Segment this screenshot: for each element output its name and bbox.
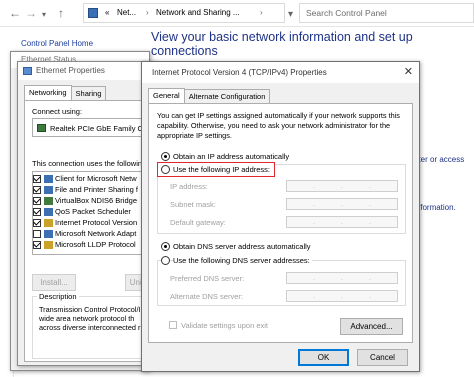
network-adapter-icon	[23, 67, 32, 75]
preferred-dns-field[interactable]: ...	[286, 272, 398, 284]
breadcrumb-separator-icon: ›	[146, 8, 149, 17]
connect-using-label: Connect using:	[32, 107, 83, 116]
network-folder-icon	[88, 8, 98, 18]
obtain-dns-auto-label[interactable]: Obtain DNS server address automatically	[173, 242, 311, 251]
network-component-icon	[44, 241, 53, 250]
window-title-text: Ethernet Properties	[36, 66, 105, 75]
tab-general[interactable]: General	[148, 88, 185, 103]
list-item[interactable]: File and Printer Sharing fo	[33, 184, 138, 195]
right-pane-text: uter or access	[414, 155, 465, 164]
list-item[interactable]: QoS Packet Scheduler	[33, 206, 138, 217]
item-label: Internet Protocol Version	[55, 218, 138, 227]
ok-button[interactable]: OK	[298, 349, 349, 366]
breadcrumb-separator-icon: ›	[260, 8, 263, 17]
page-heading: View your basic network information and …	[151, 30, 413, 58]
tab-alternate-configuration[interactable]: Alternate Configuration	[183, 89, 271, 103]
address-bar[interactable]: « Net... › Network and Sharing ... ›	[83, 3, 285, 23]
list-item[interactable]: Client for Microsoft Netw	[33, 173, 138, 184]
list-item[interactable]: Microsoft LLDP Protocol	[33, 239, 138, 250]
address-bar-row: ← → ▾ ↑ « Net... › Network and Sharing .…	[0, 0, 474, 27]
item-checkbox[interactable]	[33, 186, 41, 195]
use-following-ip-label[interactable]: Use the following IP address:	[173, 165, 270, 174]
obtain-ip-auto-radio[interactable]	[161, 152, 170, 161]
obtain-dns-auto-radio[interactable]	[161, 242, 170, 251]
network-component-icon	[44, 230, 53, 239]
breadcrumb-prefix[interactable]: «	[105, 4, 109, 22]
use-following-dns-label[interactable]: Use the following DNS server addresses:	[173, 256, 312, 265]
item-label: File and Printer Sharing fo	[55, 185, 138, 194]
item-checkbox[interactable]	[33, 241, 41, 250]
search-input[interactable]: Search Control Panel	[299, 3, 474, 23]
item-checkbox[interactable]	[33, 219, 41, 228]
list-item[interactable]: VirtualBox NDIS6 Bridge	[33, 195, 138, 206]
description-label: Description	[37, 292, 79, 301]
item-checkbox[interactable]	[33, 208, 41, 217]
ethernet-properties-title: Ethernet Properties	[18, 62, 156, 80]
default-gateway-label: Default gateway:	[170, 218, 226, 227]
breadcrumb-network[interactable]: Net...	[117, 4, 136, 22]
network-component-icon	[44, 219, 53, 228]
description-group: Description Transmission Control Protoco…	[32, 292, 151, 359]
control-panel-home-link[interactable]: Control Panel Home	[21, 39, 93, 48]
item-label: VirtualBox NDIS6 Bridge	[55, 196, 137, 205]
obtain-ip-auto-label[interactable]: Obtain an IP address automatically	[173, 152, 289, 161]
default-gateway-field[interactable]: ...	[286, 216, 398, 228]
up-arrow-icon[interactable]: ↑	[58, 6, 64, 20]
right-pane-text: information.	[414, 203, 456, 212]
subnet-mask-label: Subnet mask:	[170, 200, 216, 209]
ipv4-properties-window: Internet Protocol Version 4 (TCP/IPv4) P…	[141, 61, 420, 372]
item-label: QoS Packet Scheduler	[55, 207, 131, 216]
list-item[interactable]: Internet Protocol Version	[33, 217, 138, 228]
address-dropdown-icon[interactable]: ▾	[288, 8, 293, 22]
item-checkbox[interactable]	[33, 197, 41, 206]
breadcrumb-network-sharing[interactable]: Network and Sharing ...	[156, 4, 240, 22]
ip-address-field[interactable]: ...	[286, 180, 398, 192]
close-icon[interactable]: ✕	[404, 62, 413, 83]
cancel-button[interactable]: Cancel	[357, 349, 408, 366]
items-label: This connection uses the following	[32, 159, 147, 168]
ipv4-title-bar: Internet Protocol Version 4 (TCP/IPv4) P…	[142, 62, 419, 83]
list-item[interactable]: Microsoft Network Adapt	[33, 228, 138, 239]
install-button[interactable]: Install...	[32, 274, 76, 291]
item-checkbox[interactable]	[33, 175, 41, 184]
item-label: Microsoft Network Adapt	[55, 229, 137, 238]
network-component-icon	[44, 208, 53, 217]
description-text: Transmission Control Protocol/I wide are…	[39, 305, 141, 332]
ipv4-title-text: Internet Protocol Version 4 (TCP/IPv4) P…	[152, 68, 327, 77]
subnet-mask-field[interactable]: ...	[286, 198, 398, 210]
advanced-button[interactable]: Advanced...	[340, 318, 403, 335]
adapter-box: Realtek PCIe GbE Family C	[32, 118, 151, 137]
use-following-dns-radio[interactable]	[161, 256, 170, 265]
network-card-icon	[37, 124, 46, 132]
network-component-icon	[44, 186, 53, 195]
item-label: Client for Microsoft Netw	[55, 174, 137, 183]
preferred-dns-label: Preferred DNS server:	[170, 274, 245, 283]
tab-networking[interactable]: Networking	[24, 85, 72, 100]
use-following-ip-radio[interactable]	[161, 165, 170, 174]
tab-sharing[interactable]: Sharing	[70, 86, 107, 100]
validate-checkbox[interactable]	[169, 321, 177, 329]
general-panel: You can get IP settings assigned automat…	[148, 103, 413, 343]
validate-label[interactable]: Validate settings upon exit	[181, 321, 268, 330]
item-checkbox[interactable]	[33, 230, 41, 239]
network-component-icon	[44, 197, 53, 206]
recent-dropdown-icon[interactable]: ▾	[42, 8, 46, 22]
back-arrow-icon[interactable]: ←	[9, 6, 21, 20]
item-label: Microsoft LLDP Protocol	[55, 240, 136, 249]
alternate-dns-label: Alternate DNS server:	[170, 292, 243, 301]
adapter-name: Realtek PCIe GbE Family C	[50, 124, 143, 133]
ip-address-label: IP address:	[170, 182, 208, 191]
search-placeholder: Search Control Panel	[306, 8, 387, 18]
alternate-dns-field[interactable]: ...	[286, 290, 398, 302]
intro-text: You can get IP settings assigned automat…	[157, 111, 400, 140]
forward-arrow-icon[interactable]: →	[25, 6, 37, 20]
network-component-icon	[44, 175, 53, 184]
